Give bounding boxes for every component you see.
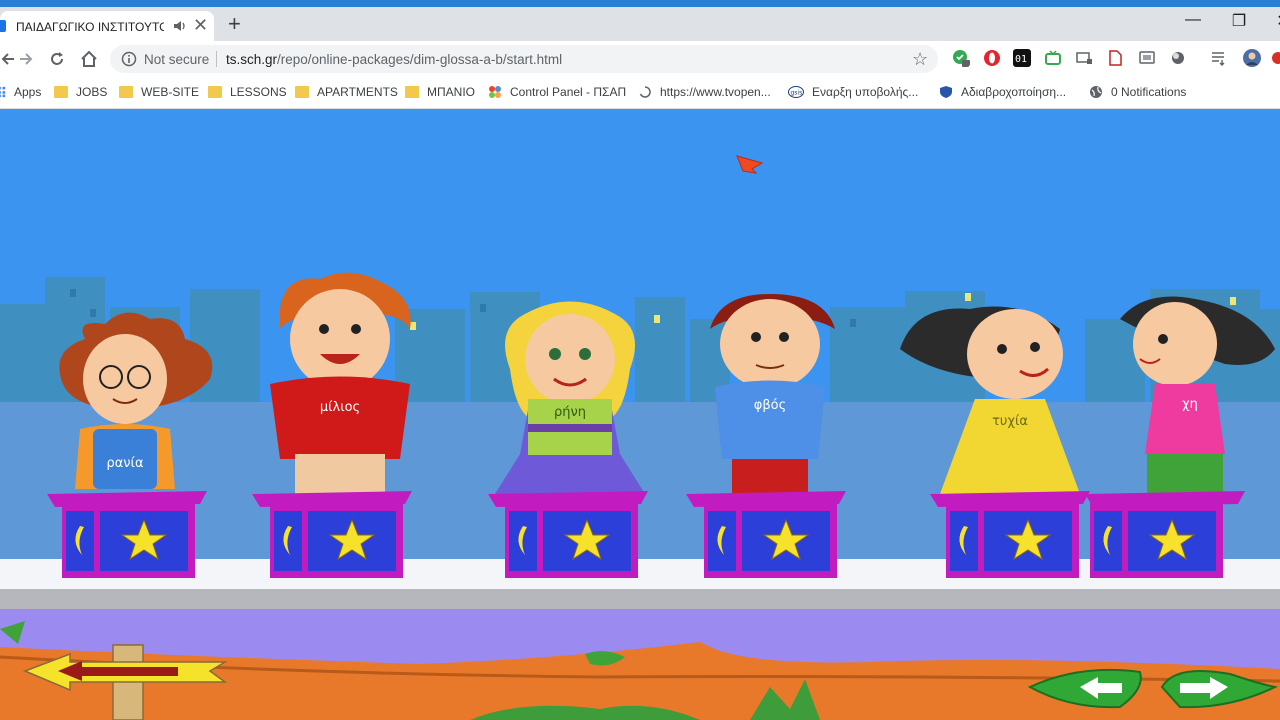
forward-arrow-icon[interactable] [16,49,36,69]
tab-audio-icon[interactable] [172,18,188,34]
new-tab-button[interactable]: + [228,13,241,35]
kid-name-label: μίλιος [320,400,360,415]
bookmark-label: Apps [14,85,42,99]
tab-title: ΠΑΙΔΑΓΩΓΙΚΟ ΙΝΣΤΙΤΟΥΤΟ - [16,20,164,34]
bookmark-control-panel[interactable]: Control Panel - ΠΣΑΠ [488,82,626,102]
info-icon[interactable] [121,51,137,67]
reload-icon[interactable] [47,49,67,69]
game-scene: ρανία μίλιος ρήνη φβός τυχία χη [0,109,1280,720]
bookmark-gsis[interactable]: gsis Εναρξη υποβολής... [788,82,918,102]
bookmark-notifications[interactable]: 0 Notifications [1089,82,1186,102]
bookmark-label: APARTMENTS [317,85,398,99]
tv-extension-icon[interactable] [1044,49,1062,67]
screen-capture-icon[interactable] [1138,49,1156,67]
folder-icon [295,86,309,98]
bookmark-jobs[interactable]: JOBS [54,82,107,102]
bookmark-web-site[interactable]: WEB-SITE [119,82,199,102]
tab-close-icon[interactable]: ✕ [193,16,208,34]
restore-button[interactable]: ❐ [1224,11,1254,35]
site-favicon-icon [0,20,6,32]
bookmark-apps[interactable]: Apps [0,82,41,102]
magic-box[interactable] [47,491,207,578]
active-tab[interactable]: ΠΑΙΔΑΓΩΓΙΚΟ ΙΝΣΤΙΤΟΥΤΟ - ✕ [0,11,214,41]
svg-text:01: 01 [1015,54,1027,65]
address-bar[interactable]: Not secure ts.sch.gr/repo/online-package… [110,45,938,73]
joomla-icon [489,86,501,98]
bookmark-waterproofing[interactable]: Αδιαβροχοποίηση... [939,82,1066,102]
security-label: Not secure [144,52,210,67]
magic-box[interactable] [252,491,412,578]
kid-name-label: ρανία [106,456,143,471]
bookmark-label: Αδιαβροχοποίηση... [961,85,1067,99]
profile-avatar[interactable] [1243,49,1261,67]
bookmark-label: WEB-SITE [141,85,200,99]
url-text[interactable]: ts.sch.gr/repo/online-packages/dim-gloss… [226,52,562,67]
bookmark-tvopen[interactable]: https://www.tvopen... [638,82,771,102]
gsis-icon: gsis [788,86,804,98]
bookmark-label: JOBS [76,85,108,99]
svg-text:gsis: gsis [791,90,803,97]
01-extension-icon[interactable]: 01 [1013,49,1031,67]
bookmark-lessons[interactable]: LESSONS [208,82,287,102]
sidewalk-edge [0,589,1280,609]
bookmark-label: LESSONS [230,85,287,99]
home-icon[interactable] [79,49,99,69]
menu-dot-icon[interactable] [1270,49,1280,67]
bookmark-label: ΜΠΑΝΙΟ [427,85,475,99]
bookmark-mpanio[interactable]: ΜΠΑΝΙΟ [405,82,475,102]
folder-icon [54,86,68,98]
pdf-icon[interactable] [1106,49,1124,67]
tab-strip: ΠΑΙΔΑΓΩΓΙΚΟ ΙΝΣΤΙΤΟΥΤΟ - ✕ + — ❐ ✕ [0,7,1280,41]
bookmark-label: Control Panel - ΠΣΑΠ [510,85,627,99]
shield-site-icon [940,86,952,98]
magic-box[interactable] [1085,491,1245,578]
url-separator [216,51,217,67]
url-host: ts.sch.gr [226,52,278,67]
kid-name-label: φβός [754,398,786,413]
magic-box[interactable] [488,491,648,578]
loading-icon [639,86,651,98]
close-window-button[interactable]: ✕ [1268,11,1280,35]
bookmarks-bar: Apps JOBS WEB-SITE LESSONS APARTMENTS ΜΠ… [0,77,1280,109]
bookmark-label: https://www.tvopen... [660,85,771,99]
game-stage: ρανία μίλιος ρήνη φβός τυχία χη [0,109,1280,720]
bookmark-apartments[interactable]: APARTMENTS [295,82,398,102]
cast-icon[interactable] [1075,49,1093,67]
folder-icon [119,86,133,98]
folder-icon [405,86,419,98]
kid-name-label: ρήνη [554,405,586,420]
bookmark-label: 0 Notifications [1111,85,1187,99]
kid-name-label: χη [1182,397,1198,412]
bookmark-star-icon[interactable]: ☆ [912,49,928,70]
kid-rini[interactable]: ρήνη [495,301,645,495]
shield-extension-icon[interactable] [952,49,970,67]
circle-extension-icon[interactable] [1169,49,1187,67]
url-path: /repo/online-packages/dim-glossa-a-b/sta… [277,52,563,67]
folder-icon [208,86,222,98]
kid-name-label: τυχία [992,414,1028,429]
browser-toolbar: Not secure ts.sch.gr/repo/online-package… [0,41,1280,77]
minimize-button[interactable]: — [1178,11,1208,35]
opera-icon[interactable] [983,49,1001,67]
bookmark-label: Εναρξη υποβολής... [812,85,919,99]
apps-grid-icon [0,86,6,98]
reading-list-icon[interactable] [1210,49,1228,67]
window-top-accent [0,0,1280,7]
magic-box[interactable] [686,491,846,578]
globe-icon [1090,86,1102,98]
magic-box[interactable] [930,491,1090,578]
